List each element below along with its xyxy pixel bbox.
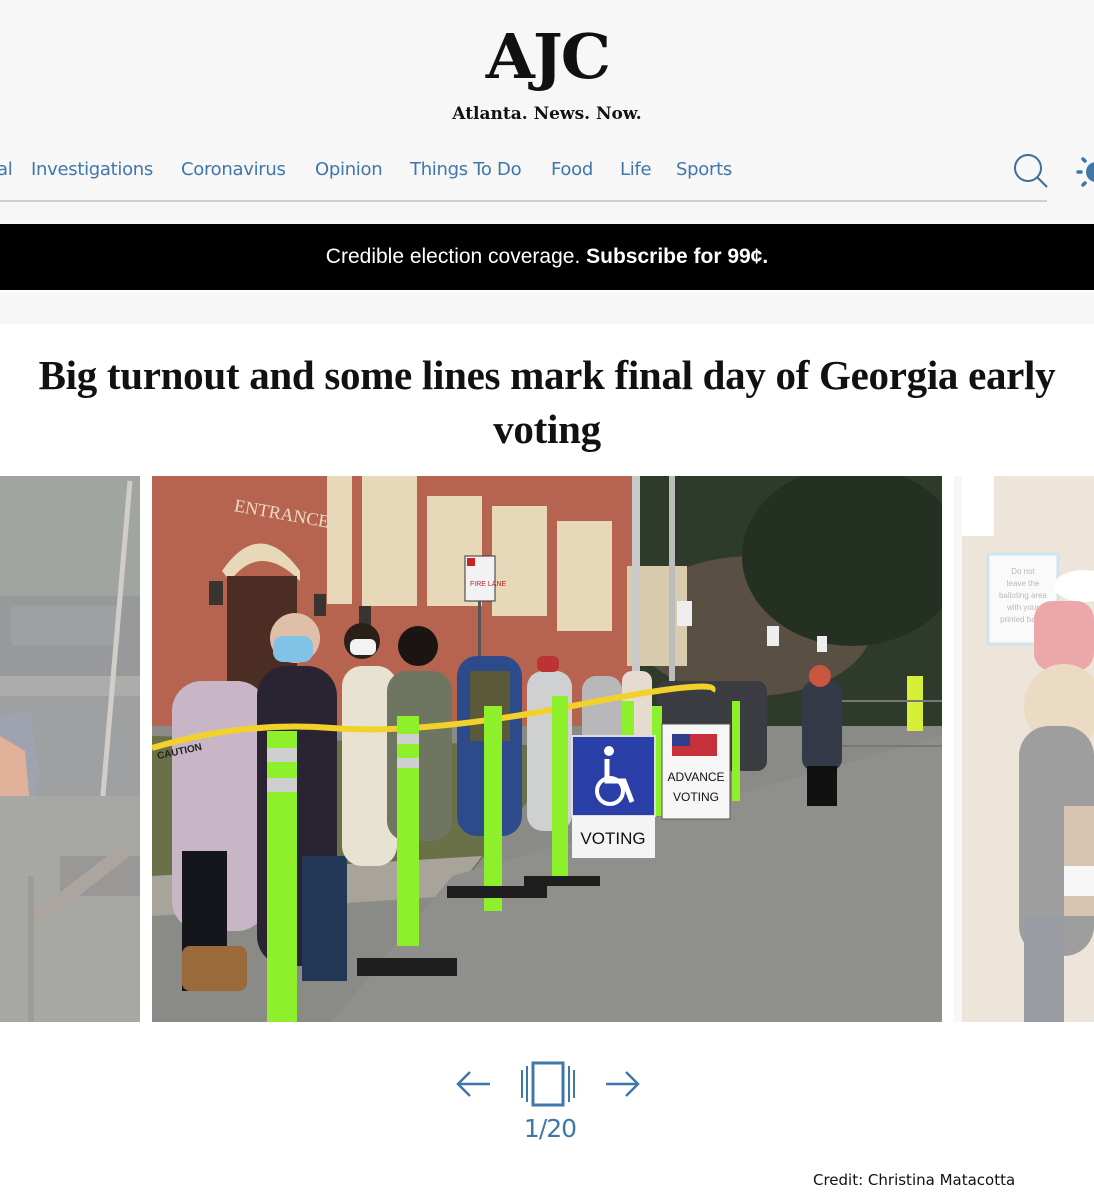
gallery-slide-previous[interactable]: [0, 476, 140, 1022]
next-photo-button[interactable]: [602, 1068, 642, 1100]
gallery-view-button[interactable]: [518, 1060, 578, 1108]
nav-item-coronavirus[interactable]: Coronavirus: [181, 152, 286, 188]
site-header: AJC Atlanta. News. Now. al Investigation…: [0, 0, 1094, 224]
ballot-sign-line-3: balloting area: [999, 591, 1048, 600]
ballot-sign-line-2: leave the: [1007, 579, 1040, 588]
ad-spacer: [0, 290, 1094, 324]
arrow-right-icon: [606, 1071, 640, 1097]
search-icon: [1014, 154, 1048, 188]
next-photo: Do not leave the balloting area with you…: [954, 476, 1094, 1022]
photo-gallery: ENTRANCE FIRE LANE CAUTION VOTING ADVANC…: [0, 476, 1094, 1022]
gallery-slide-next[interactable]: Do not leave the balloting area with you…: [954, 476, 1094, 1022]
sun-icon: [1076, 157, 1094, 187]
previous-photo: [0, 476, 140, 1022]
svg-text:VOTING: VOTING: [673, 790, 719, 804]
promo-cta[interactable]: Subscribe for 99¢.: [586, 245, 768, 268]
gallery-icon: [521, 1061, 575, 1107]
nav-item-sports[interactable]: Sports: [676, 152, 732, 188]
fire-lane-sign: FIRE LANE: [470, 581, 507, 588]
advance-voting-sign: ADVANCE VOTING: [661, 723, 731, 820]
current-photo: ENTRANCE FIRE LANE CAUTION VOTING ADVANC…: [152, 476, 942, 1022]
site-logo[interactable]: AJC: [0, 22, 1094, 92]
nav-item-food[interactable]: Food: [551, 152, 593, 188]
article-body-cutoff: [0, 1194, 1094, 1200]
nav-item-opinion[interactable]: Opinion: [315, 152, 383, 188]
article-headline: Big turnout and some lines mark final da…: [38, 352, 1056, 452]
gallery-slide-current[interactable]: ENTRANCE FIRE LANE CAUTION VOTING ADVANC…: [152, 476, 942, 1022]
ballot-sign-line-4: with your: [1006, 603, 1039, 612]
promo-text: Credible election coverage.: [325, 245, 581, 268]
previous-photo-button[interactable]: [454, 1068, 494, 1100]
svg-text:ADVANCE: ADVANCE: [667, 770, 724, 784]
search-button[interactable]: [1010, 150, 1054, 194]
nav-item-things-to-do[interactable]: Things To Do: [410, 152, 522, 188]
arrow-left-icon: [456, 1071, 490, 1097]
logo-text[interactable]: AJC: [485, 22, 610, 92]
main-nav: al Investigations Coronavirus Opinion Th…: [0, 152, 980, 188]
theme-toggle-button[interactable]: [1072, 150, 1094, 194]
ballot-sign-line-1: Do not: [1011, 567, 1035, 576]
svg-text:VOTING: VOTING: [580, 829, 645, 848]
nav-divider: [0, 200, 1047, 202]
nav-item-life[interactable]: Life: [620, 152, 652, 188]
site-tagline: Atlanta. News. Now.: [452, 104, 642, 124]
accessible-voting-sign: VOTING: [571, 735, 656, 858]
nav-item-local-truncated[interactable]: al: [0, 152, 13, 188]
photo-credit: Credit: Christina Matacotta: [813, 1171, 1016, 1189]
gallery-controls: 1/20: [440, 1058, 660, 1158]
gallery-counter: 1/20: [523, 1114, 577, 1143]
subscribe-promo-banner[interactable]: Credible election coverage. Subscribe fo…: [0, 224, 1094, 290]
nav-item-investigations[interactable]: Investigations: [31, 152, 153, 188]
